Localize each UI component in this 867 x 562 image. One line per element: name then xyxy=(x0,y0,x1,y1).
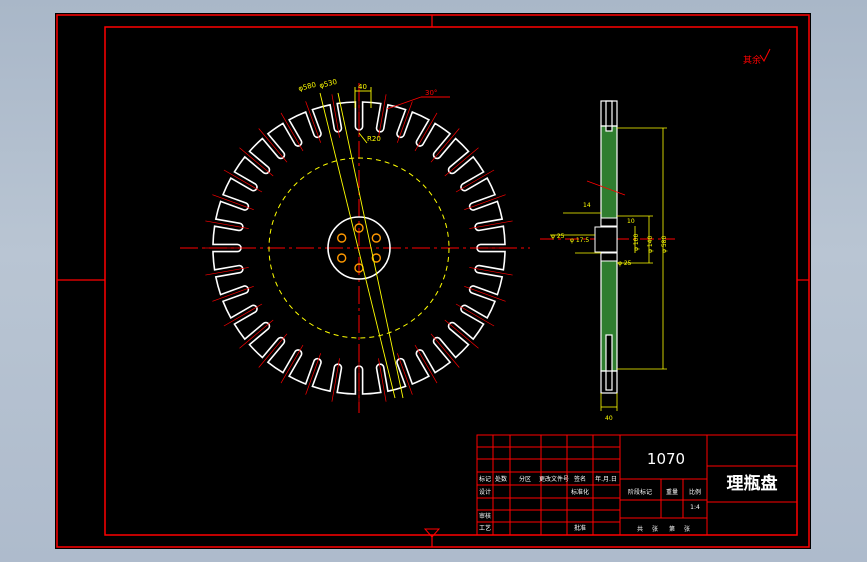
title-block-cell: 批准 xyxy=(574,524,586,532)
dim-hub-left: 14 xyxy=(583,202,591,209)
tooth-center-tick xyxy=(430,333,460,368)
inner-frame xyxy=(104,26,798,536)
dim-slot-width: 40 xyxy=(358,83,367,91)
hub-hole xyxy=(336,233,347,243)
section-hole-lower xyxy=(600,252,618,262)
title-block-cell: 比例 xyxy=(689,488,701,496)
section-hole-upper xyxy=(600,217,618,227)
drawing-number: 1070 xyxy=(647,450,685,468)
title-block-cell: 审核 xyxy=(479,512,491,520)
title-block-cell: 标记 xyxy=(479,475,491,483)
title-block-cell: 更改文件号 xyxy=(539,475,569,483)
dim-radius: R20 xyxy=(367,135,381,143)
tooth-center-tick xyxy=(239,319,274,349)
dim-leader-diameter-outer xyxy=(319,92,396,399)
title-block-cell: 年.月.日 xyxy=(595,475,617,483)
title-block-text: 标记 处数 分区 更改文件号 签名 年.月.日设计 标准化 阶段标记 重量 比例审核 1:4 工艺 批准… xyxy=(479,475,701,533)
tooth-center-tick xyxy=(444,319,479,349)
tooth-center-tick xyxy=(444,147,479,177)
cad-drawing: 其余 φ580 φ530 40 30° R20 14 10 φ 25 φ 17.… xyxy=(56,14,810,548)
title-block-cell: 重量 xyxy=(666,488,678,496)
title-block-cell: 工艺 xyxy=(479,524,491,532)
tooth-center-tick xyxy=(258,128,288,163)
title-block-cell: 张 xyxy=(652,525,658,533)
roughness-symbol-icon xyxy=(759,48,771,62)
hub-hole xyxy=(371,233,382,243)
title-block-cell: 签名 xyxy=(574,475,586,483)
title-block-cell: 张 xyxy=(684,525,690,533)
dim-leader-chamfer xyxy=(386,96,422,110)
section-bore xyxy=(594,226,618,253)
tooth-center-tick xyxy=(239,147,274,177)
drawing-canvas: 其余 φ580 φ530 40 30° R20 14 10 φ 25 φ 17.… xyxy=(55,13,811,549)
dim-outer-diameter: φ580 xyxy=(298,81,317,93)
hub-hole xyxy=(336,253,347,263)
tooth-center-tick xyxy=(430,128,460,163)
slot-bottom xyxy=(605,334,613,391)
roughness-note: 其余 xyxy=(743,54,761,66)
title-block-cell: 第 xyxy=(669,525,675,533)
title-block-cell: 标准化 xyxy=(571,488,589,496)
dim-hole-b: φ 17.5 xyxy=(570,237,589,244)
title-block-cell: 设计 xyxy=(479,488,491,496)
dim-disc-diameter: φ 580 xyxy=(661,236,668,254)
tooth-center-tick xyxy=(258,333,288,368)
side-view: 14 10 φ 25 φ 17.5 φ 25 φ 100 φ 140 φ 580… xyxy=(540,100,675,422)
front-view: φ580 φ530 40 30° R20 xyxy=(180,78,530,413)
title-block-cell: 阶段标记 xyxy=(628,488,652,496)
dim-leader-radius xyxy=(358,132,368,144)
dim-root-diameter: φ530 xyxy=(319,78,338,90)
part-name: 理瓶盘 xyxy=(727,473,778,494)
title-block-cell: 1:4 xyxy=(690,504,700,511)
dim-pcd-diameter: φ 140 xyxy=(647,236,654,254)
dim-hole-a: φ 25 xyxy=(551,233,565,240)
dim-hub-diameter: φ 100 xyxy=(633,234,640,252)
title-block-cell: 处数 xyxy=(495,475,507,483)
dim-hub-right: 10 xyxy=(627,218,635,225)
dim-hole-c: φ 25 xyxy=(618,260,632,267)
title-block-cell: 共 xyxy=(637,525,643,533)
dim-thickness: 40 xyxy=(605,415,613,422)
title-block-cell: 分区 xyxy=(519,475,531,483)
dim-chamfer-angle: 30° xyxy=(425,89,437,97)
